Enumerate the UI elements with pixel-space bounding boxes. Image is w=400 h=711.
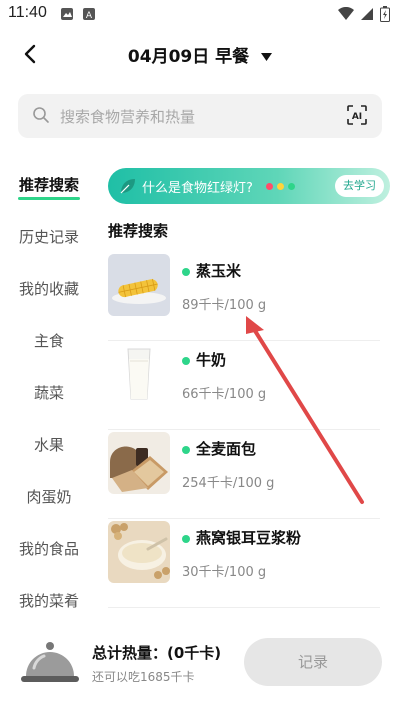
svg-text:AI: AI — [352, 112, 362, 122]
battery-icon — [380, 6, 390, 22]
status-bar: 11:40 A — [0, 0, 400, 28]
header: 04月09日 早餐 — [0, 28, 400, 82]
food-item-soy-milk-powder[interactable]: 燕窝银耳豆浆粉 30千卡/100 g — [108, 519, 380, 608]
sidebar-item-label: 历史记录 — [18, 227, 79, 246]
bread-image — [108, 432, 170, 494]
food-name: 燕窝银耳豆浆粉 — [182, 527, 301, 548]
green-light-dot — [182, 445, 190, 454]
food-item-bread[interactable]: 全麦面包 254千卡/100 g — [108, 430, 380, 519]
red-dot — [266, 183, 273, 190]
food-cloche-icon — [21, 642, 79, 682]
milk-image — [108, 343, 170, 405]
total-calories-label: 总计热量：(0千卡) — [92, 644, 222, 662]
sidebar-item-label: 我的收藏 — [18, 279, 79, 298]
sidebar-item-label: 推荐搜索 — [18, 175, 79, 194]
date-meal-selector[interactable]: 04月09日 早餐 — [0, 42, 400, 67]
food-calories: 89千卡/100 g — [182, 298, 267, 313]
food-calories: 254千卡/100 g — [182, 476, 275, 491]
green-dot — [288, 183, 295, 190]
traffic-light-banner[interactable]: 什么是食物红绿灯? 去学习 — [108, 168, 390, 204]
record-button[interactable]: 记录 — [244, 638, 382, 686]
sidebar-item-label: 主食 — [33, 331, 64, 350]
leaf-icon — [120, 179, 135, 194]
food-name: 牛奶 — [182, 349, 226, 370]
traffic-light-dots — [266, 183, 295, 190]
wifi-icon — [338, 7, 354, 20]
status-notification-icons: A — [60, 7, 96, 21]
green-light-dot — [182, 267, 190, 276]
sidebar-item-label: 我的菜肴 — [18, 591, 79, 610]
sidebar-item-meat-egg-milk[interactable]: 肉蛋奶 — [0, 470, 98, 522]
sidebar-item-recommended[interactable]: 推荐搜索 — [0, 158, 98, 210]
green-light-dot — [182, 534, 190, 543]
remaining-calories-label: 还可以吃1685千卡 — [92, 670, 195, 684]
soy-milk-image — [108, 521, 170, 583]
svg-text:A: A — [86, 11, 93, 21]
category-sidebar: 推荐搜索 历史记录 我的收藏 主食 蔬菜 水果 肉蛋奶 我的食品 我的菜肴 — [0, 158, 98, 618]
sidebar-item-label: 蔬菜 — [33, 383, 64, 402]
sidebar-item-label: 水果 — [33, 435, 64, 454]
sidebar-item-staple[interactable]: 主食 — [0, 314, 98, 366]
sidebar-item-history[interactable]: 历史记录 — [0, 210, 98, 262]
bottom-summary-bar: 总计热量：(0千卡) 还可以吃1685千卡 记录 — [0, 618, 400, 711]
search-input[interactable]: 搜索食物营养和热量 AI — [18, 94, 382, 138]
food-name: 蒸玉米 — [182, 260, 241, 281]
learn-button[interactable]: 去学习 — [335, 175, 384, 197]
food-name: 全麦面包 — [182, 438, 256, 459]
corn-image — [108, 254, 170, 316]
sidebar-item-label: 我的食品 — [18, 539, 79, 558]
food-content-panel: 什么是食物红绿灯? 去学习 推荐搜索 蒸玉米 89千卡/100 g 牛奶 66千… — [98, 158, 400, 618]
date-meal-title: 04月09日 早餐 — [127, 47, 250, 67]
search-icon — [33, 107, 49, 123]
food-item-corn[interactable]: 蒸玉米 89千卡/100 g — [108, 252, 380, 341]
status-time: 11:40 — [8, 4, 47, 21]
sidebar-item-favorites[interactable]: 我的收藏 — [0, 262, 98, 314]
sidebar-item-fruit[interactable]: 水果 — [0, 418, 98, 470]
gallery-icon — [61, 8, 73, 20]
food-list: 蒸玉米 89千卡/100 g 牛奶 66千卡/100 g 全麦面包 254千卡/… — [108, 252, 380, 608]
section-title: 推荐搜索 — [108, 222, 169, 240]
yellow-dot — [277, 183, 284, 190]
caret-down-icon — [261, 52, 273, 61]
sidebar-item-label: 肉蛋奶 — [26, 487, 72, 506]
sidebar-item-my-foods[interactable]: 我的食品 — [0, 522, 98, 574]
status-system-icons — [338, 6, 390, 22]
green-light-dot — [182, 356, 190, 365]
ai-scan-button[interactable]: AI — [346, 104, 368, 130]
ai-scan-icon: AI — [347, 105, 367, 125]
signal-icon — [361, 8, 373, 20]
food-item-milk[interactable]: 牛奶 66千卡/100 g — [108, 341, 380, 430]
sidebar-item-vegetables[interactable]: 蔬菜 — [0, 366, 98, 418]
app-notification-icon: A — [83, 8, 95, 21]
food-calories: 66千卡/100 g — [182, 387, 267, 402]
search-placeholder: 搜索食物营养和热量 — [60, 108, 196, 126]
banner-text: 什么是食物红绿灯? — [142, 181, 253, 196]
food-calories: 30千卡/100 g — [182, 565, 267, 580]
